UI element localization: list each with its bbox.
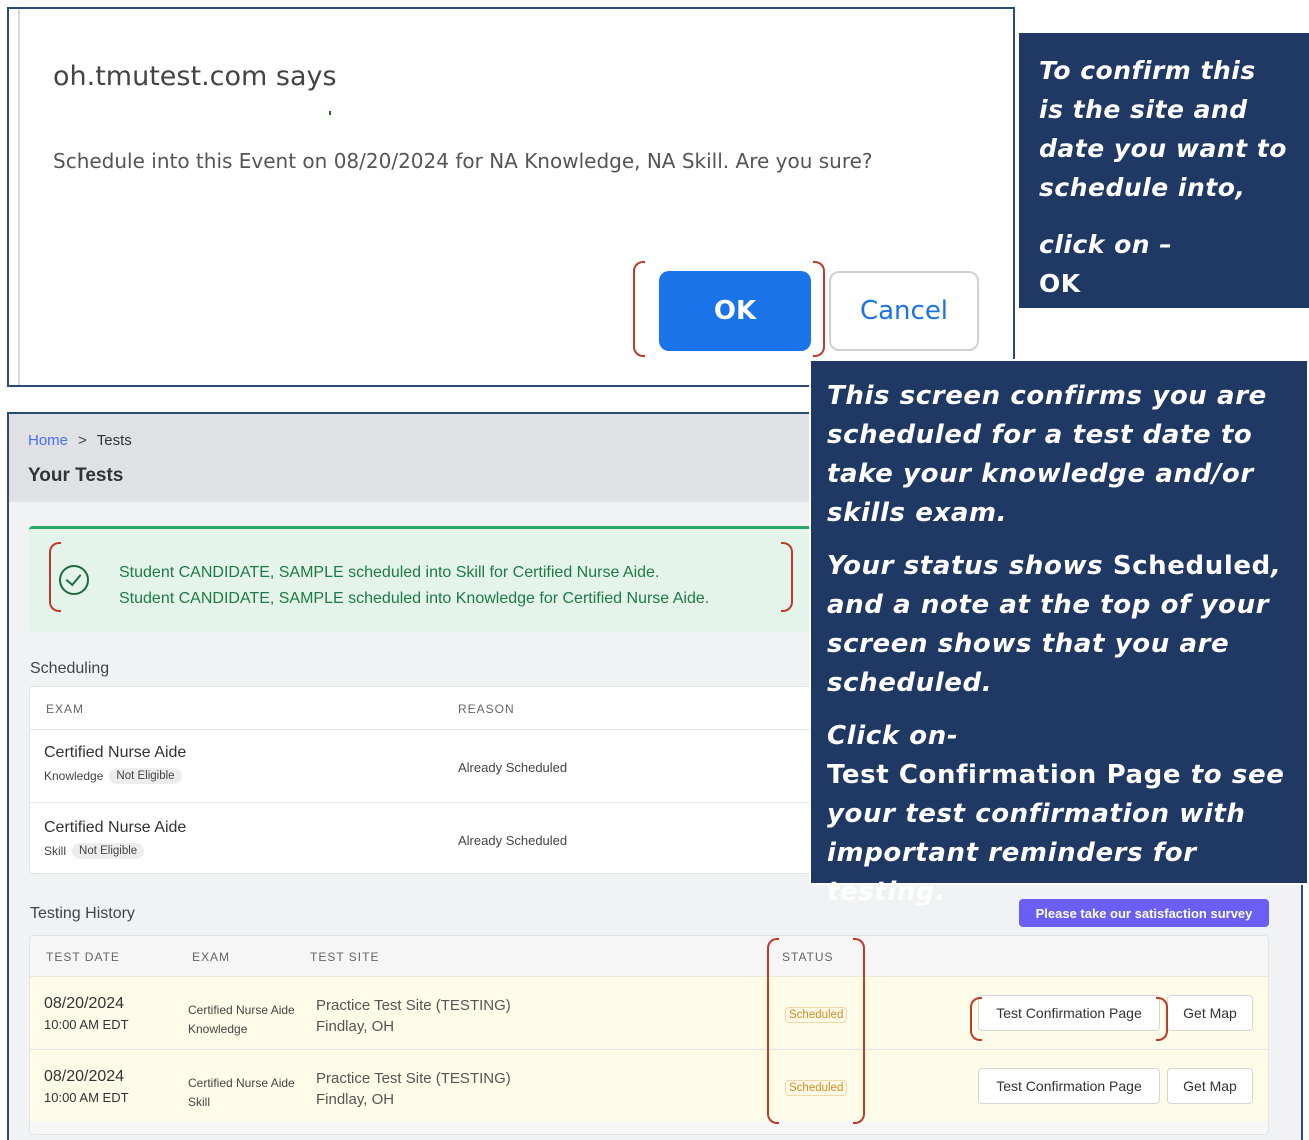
test-exam-type: Skill — [188, 1095, 211, 1109]
cancel-button[interactable]: Cancel — [829, 271, 979, 351]
exam-type-label: Knowledge — [44, 769, 104, 783]
test-site: Practice Test Site (TESTING) Findlay, OH — [316, 1068, 511, 1110]
callout-para-status: Your status shows Scheduled, and a note … — [827, 547, 1291, 703]
test-date: 08/20/2024 10:00 AM EDT — [44, 993, 129, 1035]
exam-name: Certified Nurse Aide — [44, 819, 187, 836]
eligibility-badge: Not Eligible — [109, 768, 182, 784]
col-head-test-date: TEST DATE — [46, 950, 120, 964]
col-head-exam: EXAM — [192, 950, 231, 964]
test-site-name: Practice Test Site (TESTING) — [316, 997, 511, 1014]
highlight-confirmation-button — [970, 997, 1168, 1041]
page-title: Your Tests — [28, 465, 124, 486]
test-time: 10:00 AM EDT — [44, 1017, 129, 1032]
exam-name: Certified Nurse Aide — [44, 744, 187, 761]
callout-click-label: click on – — [1039, 230, 1173, 259]
get-map-button[interactable]: Get Map — [1167, 995, 1253, 1031]
test-site-city: Findlay, OH — [316, 1091, 395, 1108]
ok-button[interactable]: OK — [659, 271, 811, 351]
test-exam-name: Certified Nurse Aide — [188, 1003, 295, 1017]
exam-type-label: Skill — [44, 844, 67, 858]
test-date-value: 08/20/2024 — [44, 995, 125, 1012]
exam-type: Knowledge Not Eligible — [44, 768, 182, 784]
exam-type: Skill Not Eligible — [44, 843, 145, 859]
callout-page-explanation: This screen confirms you are scheduled f… — [809, 359, 1309, 907]
col-head-exam: EXAM — [46, 702, 85, 716]
reason: Already Scheduled — [458, 833, 568, 848]
test-date-value: 08/20/2024 — [44, 1068, 125, 1085]
callout-status-pre: Your status shows — [827, 551, 1113, 581]
highlight-alert — [49, 542, 793, 612]
test-exam: Certified Nurse Aide Knowledge — [188, 1001, 295, 1039]
reason: Already Scheduled — [458, 760, 568, 775]
callout-confirm-ok: To confirm this is the site and date you… — [1019, 33, 1309, 308]
callout-confirm-text: To confirm this is the site and date you… — [1039, 56, 1287, 202]
eligibility-badge: Not Eligible — [72, 843, 145, 859]
callout-ok-name: OK — [1039, 269, 1081, 298]
breadcrumb-separator: > — [78, 432, 87, 449]
test-time: 10:00 AM EDT — [44, 1090, 129, 1105]
callout-click-pre: Click on- — [827, 721, 959, 751]
callout-para-click: Click on- Test Confirmation Page to see y… — [827, 717, 1291, 912]
dialog-edge-divider — [18, 9, 20, 385]
test-exam-name: Certified Nurse Aide — [188, 1076, 295, 1090]
test-site-name: Practice Test Site (TESTING) — [316, 1070, 511, 1087]
test-site: Practice Test Site (TESTING) Findlay, OH — [316, 995, 511, 1037]
callout-para-confirm: This screen confirms you are scheduled f… — [827, 381, 1267, 528]
dialog-decoration — [329, 111, 331, 115]
confirm-dialog: oh.tmutest.com says Schedule into this E… — [7, 7, 1015, 387]
dialog-message: Schedule into this Event on 08/20/2024 f… — [53, 149, 873, 173]
test-date: 08/20/2024 10:00 AM EDT — [44, 1066, 129, 1108]
callout-status-word: Scheduled — [1112, 551, 1271, 581]
testing-history-label: Testing History — [30, 905, 135, 922]
test-confirmation-page-button[interactable]: Test Confirmation Page — [978, 1068, 1160, 1104]
breadcrumb-home-link[interactable]: Home — [28, 432, 68, 449]
breadcrumb: Home > Tests — [28, 432, 132, 449]
get-map-button[interactable]: Get Map — [1167, 1068, 1253, 1104]
callout-click-target: Test Confirmation Page — [827, 760, 1182, 790]
breadcrumb-current: Tests — [96, 432, 132, 449]
col-head-reason: REASON — [458, 702, 515, 716]
table-row: 08/20/2024 10:00 AM EDT Certified Nurse … — [30, 1049, 1268, 1121]
col-head-test-site: TEST SITE — [310, 950, 380, 964]
test-exam: Certified Nurse Aide Skill — [188, 1074, 295, 1112]
highlight-status-column — [767, 938, 865, 1124]
scheduling-label: Scheduling — [30, 660, 110, 677]
dialog-title: oh.tmutest.com says — [53, 61, 337, 92]
test-exam-type: Knowledge — [188, 1022, 248, 1036]
test-site-city: Findlay, OH — [316, 1018, 395, 1035]
callout-click-text: click on – OK — [1039, 225, 1289, 303]
